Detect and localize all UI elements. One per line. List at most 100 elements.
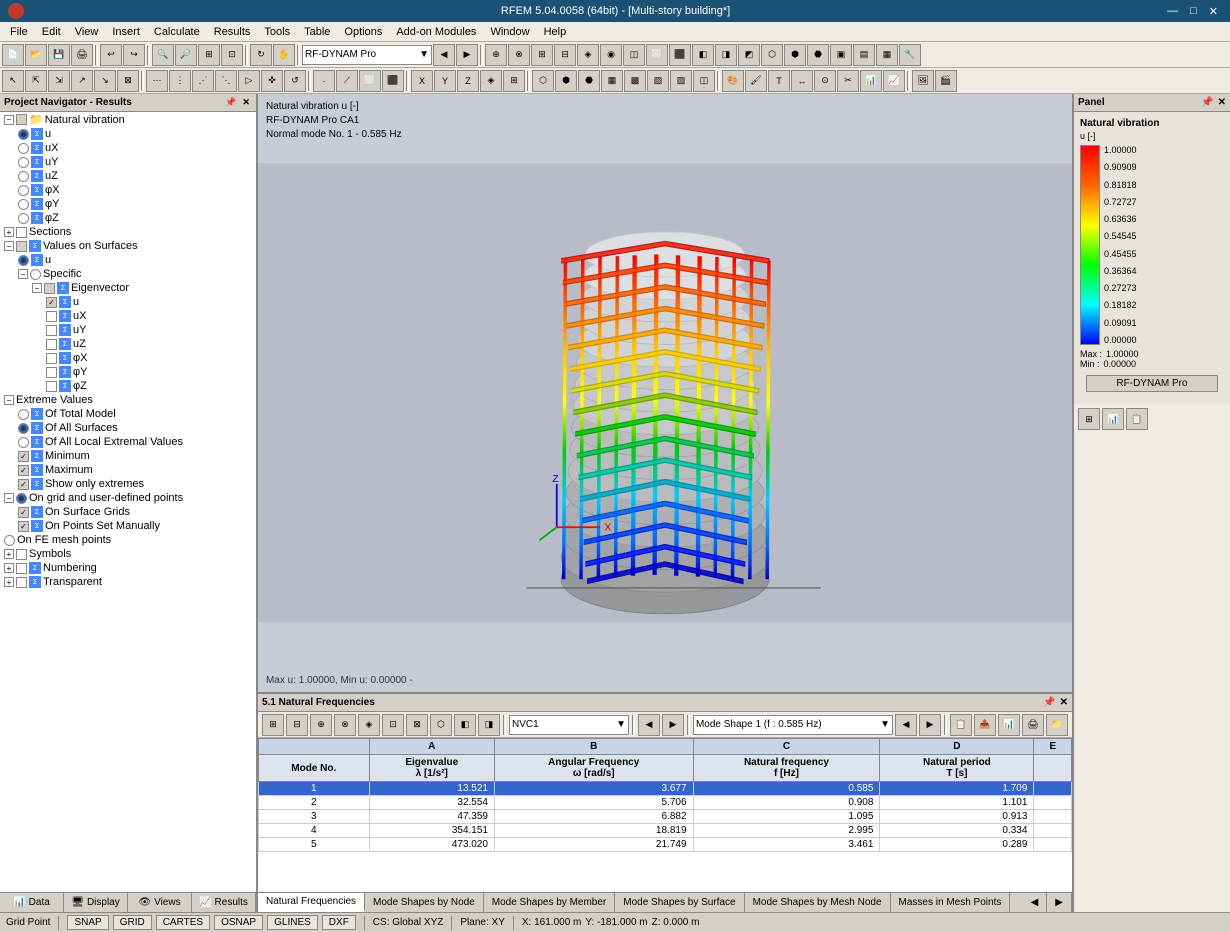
tab-mode-shapes-member[interactable]: Mode Shapes by Member <box>484 893 616 912</box>
tb2-rotate2[interactable]: ↺ <box>284 70 306 92</box>
tb-new[interactable]: 📄 <box>2 44 24 66</box>
check-symbols[interactable] <box>16 549 27 560</box>
tb2-btn7[interactable]: ⋯ <box>146 70 168 92</box>
tree-eig-u[interactable]: ✓ Σ u <box>0 295 256 309</box>
tb-next[interactable]: ▶ <box>456 44 478 66</box>
tb-btn12[interactable]: ◩ <box>738 44 760 66</box>
expand-symbols[interactable]: + <box>4 549 14 559</box>
tb2-btn2[interactable]: ⇱ <box>25 70 47 92</box>
tree-u[interactable]: Σ u <box>0 127 256 141</box>
check-surface-grids[interactable]: ✓ <box>18 507 29 518</box>
tree-eigenvector[interactable]: − Σ Eigenvector <box>0 281 256 295</box>
tbl-btn1[interactable]: ⊞ <box>262 714 284 736</box>
tree-show-extremes[interactable]: ✓ Σ Show only extremes <box>0 477 256 491</box>
check-minimum[interactable]: ✓ <box>18 451 29 462</box>
tb-btn11[interactable]: ◨ <box>715 44 737 66</box>
tb2-render5[interactable]: ▩ <box>624 70 646 92</box>
tb-rotate[interactable]: ↻ <box>250 44 272 66</box>
panel-close-btn[interactable]: ✕ <box>240 97 252 108</box>
tb-btn1[interactable]: ⊕ <box>485 44 507 66</box>
tbl-mode-prev[interactable]: ◀ <box>895 714 917 736</box>
grid-btn[interactable]: GRID <box>113 915 152 930</box>
tree-uz[interactable]: Σ uZ <box>0 169 256 183</box>
rp-btn2[interactable]: 📊 <box>1102 408 1124 430</box>
tree-maximum[interactable]: ✓ Σ Maximum <box>0 463 256 477</box>
tree-all-surfaces[interactable]: Σ Of All Surfaces <box>0 421 256 435</box>
tb-redo[interactable]: ↪ <box>123 44 145 66</box>
tab-masses-mesh[interactable]: Masses in Mesh Points <box>891 893 1011 912</box>
tb-zoom-in[interactable]: 🔍 <box>152 44 174 66</box>
bottom-close-btn[interactable]: ✕ <box>1060 697 1068 708</box>
radio-all-local[interactable] <box>18 437 29 448</box>
tb2-btn6[interactable]: ⊠ <box>117 70 139 92</box>
tree-on-fe-mesh[interactable]: On FE mesh points <box>0 533 256 547</box>
menu-options[interactable]: Options <box>338 25 388 39</box>
glines-btn[interactable]: GLINES <box>267 915 318 930</box>
check-points-manually[interactable]: ✓ <box>18 521 29 532</box>
menu-file[interactable]: File <box>4 25 34 39</box>
tbl-export4[interactable]: 🖨 <box>1022 714 1044 736</box>
tbl-export2[interactable]: 📤 <box>974 714 996 736</box>
rf-dynam-button[interactable]: RF-DYNAM Pro <box>1086 375 1218 392</box>
tb-save[interactable]: 💾 <box>48 44 70 66</box>
mode-shape-dropdown[interactable]: Mode Shape 1 (f : 0.585 Hz)▼ <box>693 715 893 735</box>
maximize-button[interactable]: □ <box>1186 5 1201 18</box>
tb-btn16[interactable]: ▣ <box>830 44 852 66</box>
tree-minimum[interactable]: ✓ Σ Minimum <box>0 449 256 463</box>
tb2-view2[interactable]: Y <box>434 70 456 92</box>
tree-eig-ux[interactable]: Σ uX <box>0 309 256 323</box>
nav-tab-results[interactable]: 📈 Results <box>192 893 256 912</box>
nav-tab-display[interactable]: 🖥 Display <box>64 893 128 912</box>
check-eig-phiy[interactable] <box>46 367 57 378</box>
radio-on-fe-mesh[interactable] <box>4 535 15 546</box>
tb2-btn10[interactable]: ⋱ <box>215 70 237 92</box>
tb-zoom-sel[interactable]: ⊡ <box>221 44 243 66</box>
expand-icon[interactable]: − <box>4 115 14 125</box>
tb-btn18[interactable]: ▦ <box>876 44 898 66</box>
tree-sections[interactable]: + Sections <box>0 225 256 239</box>
check-show-extremes[interactable]: ✓ <box>18 479 29 490</box>
menu-insert[interactable]: Insert <box>106 25 146 39</box>
tbl-btn10[interactable]: ◨ <box>478 714 500 736</box>
tb-btn6[interactable]: ◉ <box>600 44 622 66</box>
tb2-btn5[interactable]: ↘ <box>94 70 116 92</box>
check-eig-ux[interactable] <box>46 311 57 322</box>
table-row[interactable]: 4354.15118.8192.9950.334 <box>258 824 1071 838</box>
tree-numbering[interactable]: + Σ Numbering <box>0 561 256 575</box>
tb-btn5[interactable]: ◈ <box>577 44 599 66</box>
tb2-move[interactable]: ✜ <box>261 70 283 92</box>
expand-transparent[interactable]: + <box>4 577 14 587</box>
tb2-color1[interactable]: 🎨 <box>722 70 744 92</box>
tb-btn17[interactable]: ▤ <box>853 44 875 66</box>
tbl-btn9[interactable]: ◧ <box>454 714 476 736</box>
nav-tab-data[interactable]: 📊 Data <box>0 893 64 912</box>
tab-mode-shapes-node[interactable]: Mode Shapes by Node <box>365 893 484 912</box>
check-eigenvector[interactable] <box>44 283 55 294</box>
tree-ux[interactable]: Σ uX <box>0 141 256 155</box>
tbl-btn2[interactable]: ⊟ <box>286 714 308 736</box>
panel-dock-btn[interactable]: 📌 <box>223 97 238 108</box>
menu-table[interactable]: Table <box>298 25 336 39</box>
tb-btn15[interactable]: ⬣ <box>807 44 829 66</box>
tab-natural-frequencies[interactable]: Natural Frequencies <box>258 893 365 912</box>
tb2-line[interactable]: ⟋ <box>336 70 358 92</box>
tree-symbols[interactable]: + Symbols <box>0 547 256 561</box>
check-maximum[interactable]: ✓ <box>18 465 29 476</box>
tb2-result[interactable]: 📊 <box>860 70 882 92</box>
tb-open[interactable]: 📂 <box>25 44 47 66</box>
tree-root-natural-vibration[interactable]: − 📁 Natural vibration <box>0 112 256 127</box>
tb2-dim[interactable]: ↔ <box>791 70 813 92</box>
tbl-export3[interactable]: 📊 <box>998 714 1020 736</box>
tb2-color2[interactable]: 🖌 <box>745 70 767 92</box>
tb2-render8[interactable]: ◫ <box>693 70 715 92</box>
tb2-btn9[interactable]: ⋰ <box>192 70 214 92</box>
tb-btn8[interactable]: ⬜ <box>646 44 668 66</box>
tb2-annot[interactable]: T <box>768 70 790 92</box>
rp-btn1[interactable]: ⊞ <box>1078 408 1100 430</box>
tb2-surf[interactable]: ⬜ <box>359 70 381 92</box>
check-eig-phix[interactable] <box>46 353 57 364</box>
tree-eig-uz[interactable]: Σ uZ <box>0 337 256 351</box>
expand-numbering[interactable]: + <box>4 563 14 573</box>
tb2-render2[interactable]: ⬢ <box>555 70 577 92</box>
tb-btn2[interactable]: ⊗ <box>508 44 530 66</box>
